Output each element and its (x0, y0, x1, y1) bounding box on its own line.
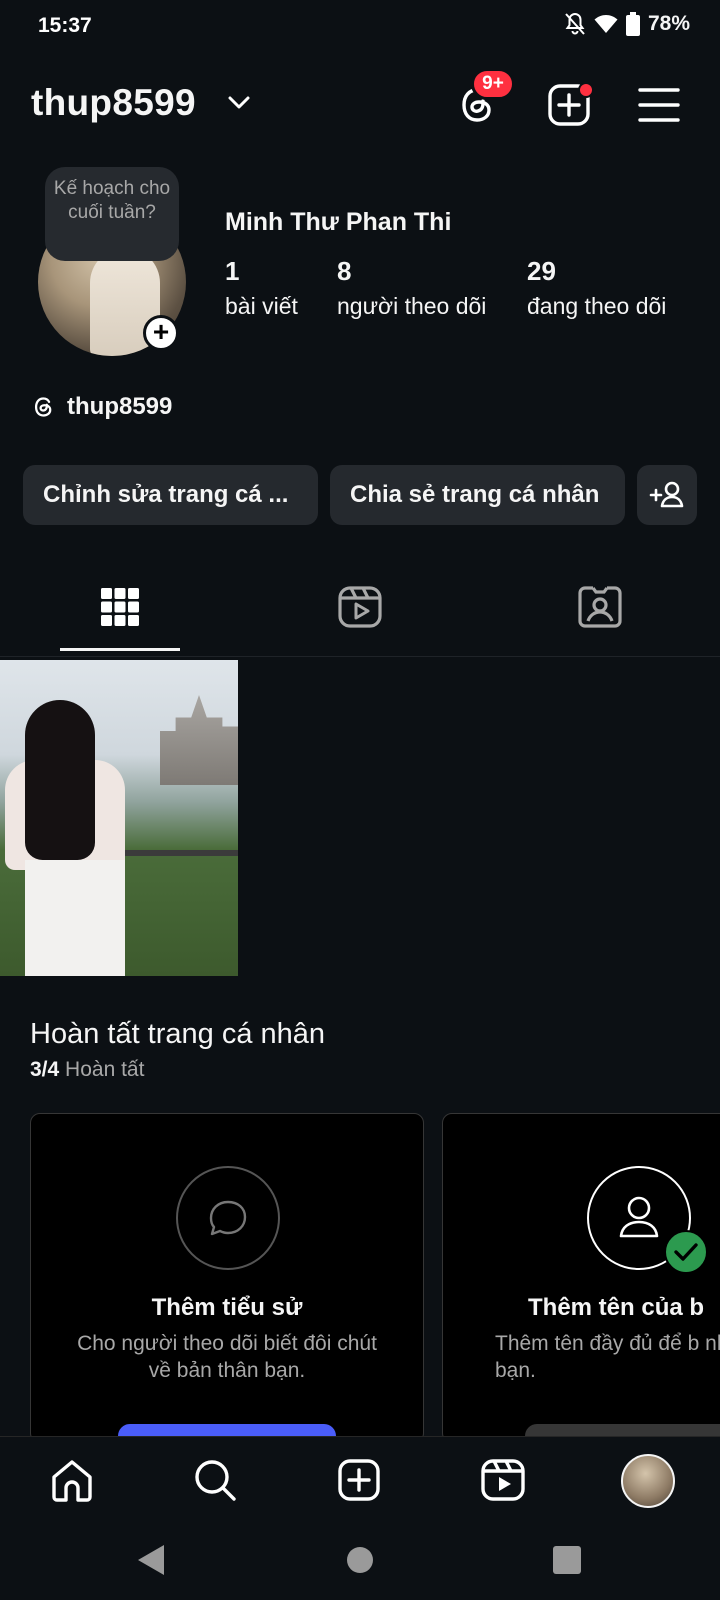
add-name-card[interactable]: Thêm tên của b Thêm tên đầy đủ để b nhận… (442, 1113, 720, 1443)
stat-following[interactable]: 29 đang theo dõi (527, 256, 666, 320)
status-bar: 15:37 78% (0, 0, 720, 52)
tab-divider (0, 656, 720, 657)
add-person-icon (649, 481, 684, 508)
status-icons: 78% (564, 12, 690, 36)
discover-people-button[interactable] (637, 465, 697, 525)
threads-profile-link[interactable]: thup8599 (31, 393, 172, 421)
stat-followers[interactable]: 8 người theo dõi (337, 256, 486, 320)
account-switcher[interactable]: thup8599 (31, 82, 196, 124)
profile-header: thup8599 9+ (0, 60, 720, 148)
grid-icon[interactable] (97, 584, 143, 630)
active-tab-indicator (60, 648, 180, 651)
back-icon[interactable] (136, 1543, 166, 1577)
create-nav-icon[interactable] (336, 1457, 382, 1503)
search-icon[interactable] (192, 1457, 238, 1503)
tagged-icon[interactable] (577, 584, 623, 630)
add-story-button[interactable]: + (143, 315, 179, 351)
post-figure-hair (25, 700, 95, 860)
profile-nav-avatar[interactable] (621, 1454, 675, 1508)
stat-posts-value: 1 (225, 256, 240, 286)
add-bio-desc: Cho người theo dõi biết đôi chút về bản … (77, 1332, 377, 1382)
chevron-down-icon[interactable] (228, 96, 250, 110)
system-navigation (0, 1520, 720, 1600)
complete-profile-title: Hoàn tất trang cá nhân (30, 1018, 326, 1050)
recents-icon[interactable] (552, 1545, 582, 1575)
post-castle (160, 695, 238, 785)
stat-posts-label: bài viết (225, 293, 298, 319)
stat-followers-value: 8 (337, 256, 352, 286)
add-bio-circle (176, 1166, 280, 1270)
story-note-bubble[interactable]: Kế hoạch cho cuối tuần? (45, 167, 179, 261)
add-bio-card[interactable]: Thêm tiểu sử Cho người theo dõi biết đôi… (30, 1113, 424, 1443)
threads-badge: 9+ (471, 68, 515, 100)
bell-off-icon (565, 12, 585, 35)
post-thumbnail[interactable] (0, 660, 238, 976)
reels-icon[interactable] (337, 584, 383, 630)
full-name: Minh Thư Phan Thi (225, 208, 452, 236)
wifi-icon (594, 15, 618, 33)
threads-handle-text: thup8599 (67, 393, 173, 420)
post-figure-pants (25, 860, 125, 976)
add-bio-title: Thêm tiểu sử (151, 1294, 303, 1321)
edit-profile-button[interactable]: Chỉnh sửa trang cá ... (23, 465, 318, 525)
status-time: 15:37 (38, 14, 92, 37)
share-profile-button[interactable]: Chia sẻ trang cá nhân (330, 465, 625, 525)
post-rail (125, 850, 238, 856)
progress-label: Hoàn tất (65, 1058, 145, 1081)
stat-following-label: đang theo dõi (527, 293, 667, 319)
check-icon (664, 1230, 708, 1274)
chat-bubble-icon (209, 1200, 247, 1236)
add-name-desc: Thêm tên đầy đủ để b nhận ra bạn. (495, 1332, 720, 1382)
stat-followers-label: người theo dõi (337, 293, 487, 319)
battery-percent: 78% (647, 12, 690, 35)
battery-icon (625, 12, 640, 36)
reels-nav-icon[interactable] (480, 1457, 526, 1503)
home-icon[interactable] (49, 1457, 95, 1503)
bottom-navigation (0, 1436, 720, 1520)
complete-profile-progress: 3/4 Hoàn tất (30, 1058, 144, 1082)
stat-posts[interactable]: 1 bài viết (225, 256, 298, 320)
progress-count: 3/4 (30, 1058, 60, 1081)
stat-following-value: 29 (527, 256, 556, 286)
add-name-title: Thêm tên của b (528, 1294, 705, 1321)
home-circle-icon[interactable] (345, 1545, 375, 1575)
create-notification-dot (578, 82, 594, 98)
threads-small-icon (34, 397, 52, 417)
menu-icon[interactable] (636, 82, 682, 128)
